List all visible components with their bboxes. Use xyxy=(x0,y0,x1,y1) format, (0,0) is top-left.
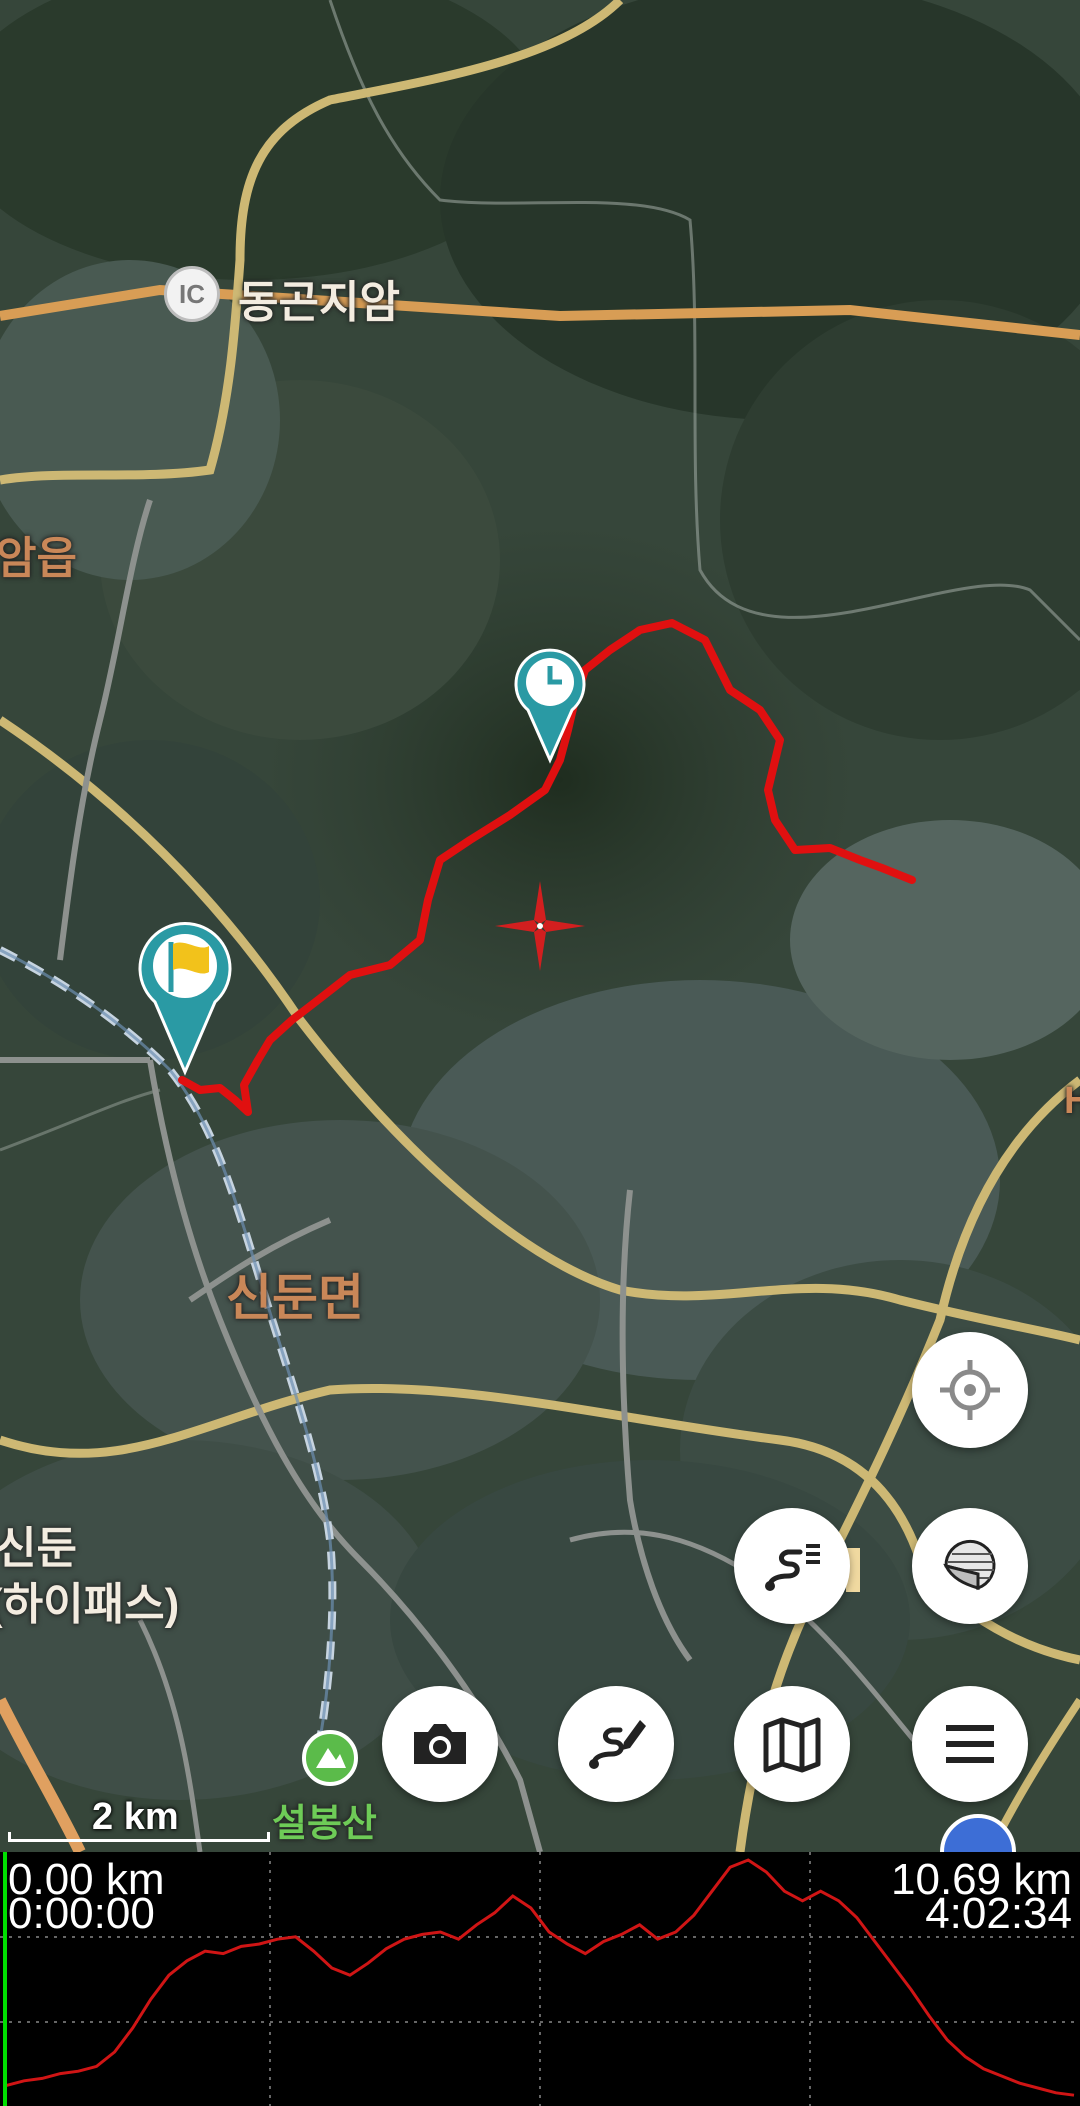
map-label-sindun: 신둔 xyxy=(0,1524,77,1573)
locate-button[interactable] xyxy=(912,1332,1028,1448)
start-time: 0:00:00 xyxy=(8,1889,155,1938)
map-view[interactable]: IC 동곤지암 암읍 신둔면 신둔 (하이패스) 설봉산 H 2 km xyxy=(0,0,1080,1852)
map-select-button[interactable] xyxy=(734,1686,850,1802)
map-label-dongon-ic: 동곤지암 xyxy=(238,278,400,327)
scale-bar: 2 km xyxy=(8,1796,270,1842)
route-edit-icon xyxy=(589,1720,646,1769)
hamburger-icon xyxy=(946,1725,994,1763)
layers-button[interactable] xyxy=(912,1508,1028,1624)
camera-button[interactable] xyxy=(382,1686,498,1802)
map-label-gonjiam: 암읍 xyxy=(0,534,77,583)
elevation-profile[interactable]: 0.00 km 0:00:00 10.69 km 4:02:34 xyxy=(0,1852,1080,2106)
map-label-edge: H xyxy=(1064,1080,1080,1122)
route-list-icon xyxy=(765,1544,820,1591)
map-icon xyxy=(763,1717,821,1773)
draw-route-button[interactable] xyxy=(558,1686,674,1802)
crosshair-icon xyxy=(940,1360,1000,1420)
scale-line xyxy=(8,1832,270,1842)
ic-badge: IC xyxy=(164,266,220,322)
map-label-sindun-myeon: 신둔면 xyxy=(226,1270,364,1326)
mountain-icon xyxy=(302,1730,358,1786)
track-list-button[interactable] xyxy=(734,1508,850,1624)
camera-icon xyxy=(414,1724,466,1764)
end-time: 4:02:34 xyxy=(925,1889,1072,1938)
menu-button[interactable] xyxy=(912,1686,1028,1802)
map-label-seolbongsan: 설봉산 xyxy=(272,1803,377,1845)
page-curl-icon xyxy=(943,1539,996,1591)
map-label-hipass: (하이패스) xyxy=(0,1580,180,1629)
